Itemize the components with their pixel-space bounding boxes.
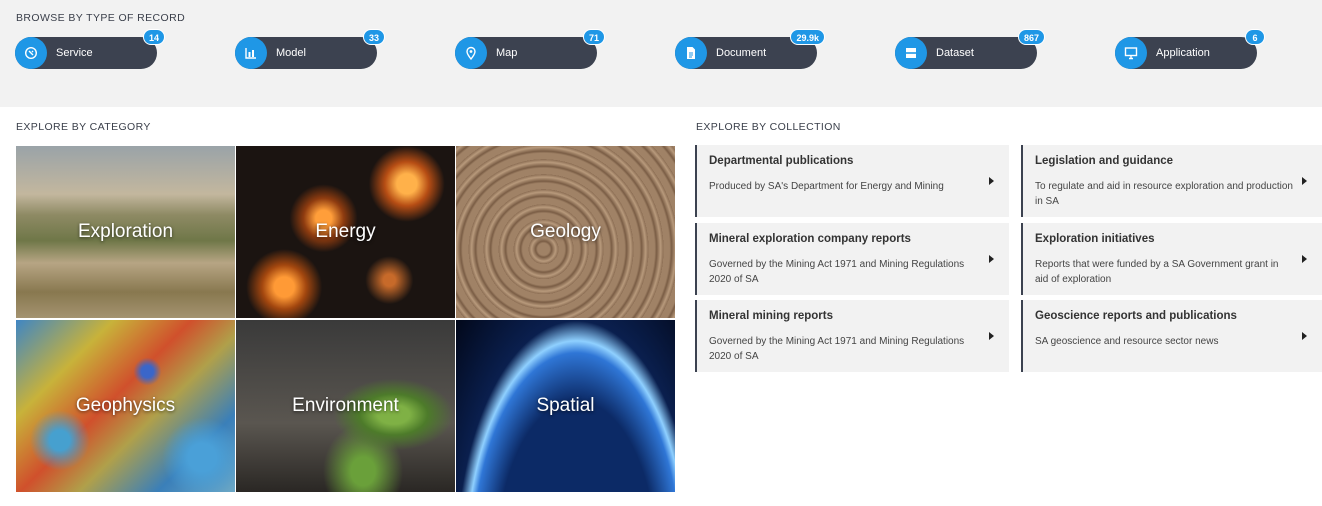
category-title: EXPLORE BY CATEGORY: [16, 121, 151, 133]
category-tile-spatial[interactable]: Spatial: [456, 320, 675, 492]
count-badge: 14: [142, 29, 165, 45]
map-pin-icon: [455, 37, 487, 69]
collection-card-description: Produced by SA's Department for Energy a…: [709, 181, 944, 192]
collection-card-title: Mineral exploration company reports: [709, 233, 911, 245]
chevron-right-icon: [1302, 332, 1307, 340]
type-label: Application: [1156, 47, 1210, 59]
collection-card-title: Geoscience reports and publications: [1035, 310, 1237, 322]
collection-card-title: Legislation and guidance: [1035, 155, 1174, 167]
category-label: Geophysics: [75, 395, 176, 416]
type-button-model[interactable]: Model 33: [235, 29, 385, 69]
browse-title: BROWSE BY TYPE OF RECORD: [16, 12, 186, 24]
collection-card-description: Governed by the Mining Act 1971 and Mini…: [709, 336, 965, 362]
category-tile-geology[interactable]: Geology: [456, 146, 675, 318]
type-label: Service: [56, 47, 93, 59]
collection-card-title: Exploration initiatives: [1035, 233, 1155, 245]
type-label: Model: [276, 47, 306, 59]
chevron-right-icon: [989, 177, 994, 185]
type-button-map[interactable]: Map 71: [455, 29, 605, 69]
category-tile-exploration[interactable]: Exploration: [16, 146, 235, 318]
collection-card-legislation[interactable]: Legislation and guidance To regulate and…: [1021, 145, 1322, 217]
chevron-right-icon: [989, 255, 994, 263]
chevron-right-icon: [1302, 255, 1307, 263]
type-button-application[interactable]: Application 6: [1115, 29, 1265, 69]
count-badge: 29.9k: [790, 29, 825, 45]
collection-card-description: To regulate and aid in resource explorat…: [1035, 181, 1293, 207]
type-button-dataset[interactable]: Dataset 867: [895, 29, 1045, 69]
count-badge: 33: [362, 29, 385, 45]
collection-card-departmental-publications[interactable]: Departmental publications Produced by SA…: [695, 145, 1009, 217]
monitor-icon: [1115, 37, 1147, 69]
type-label: Map: [496, 47, 518, 59]
category-label: Spatial: [536, 395, 595, 416]
category-label: Exploration: [77, 221, 174, 242]
collection-card-exploration-initiatives[interactable]: Exploration initiatives Reports that wer…: [1021, 223, 1322, 295]
collection-card-description: SA geoscience and resource sector news: [1035, 336, 1219, 347]
type-label: Document: [716, 47, 767, 59]
type-label: Dataset: [936, 47, 974, 59]
browse-panel: BROWSE BY TYPE OF RECORD Service 14 Mode…: [0, 0, 1322, 107]
collection-title: EXPLORE BY COLLECTION: [696, 121, 841, 133]
chevron-right-icon: [989, 332, 994, 340]
database-icon: [895, 37, 927, 69]
service-icon: [15, 37, 47, 69]
type-button-document[interactable]: Document 29.9k: [675, 29, 825, 69]
collection-card-geoscience-reports[interactable]: Geoscience reports and publications SA g…: [1021, 300, 1322, 372]
category-label: Geology: [530, 221, 601, 242]
collection-card-title: Departmental publications: [709, 155, 854, 167]
count-badge: 71: [582, 29, 605, 45]
category-tile-geophysics[interactable]: Geophysics: [16, 320, 235, 492]
bar-chart-icon: [235, 37, 267, 69]
category-tile-energy[interactable]: Energy: [236, 146, 455, 318]
category-label: Energy: [315, 221, 376, 242]
count-badge: 867: [1017, 29, 1045, 45]
collection-card-mineral-exploration-reports[interactable]: Mineral exploration company reports Gove…: [695, 223, 1009, 295]
type-button-service[interactable]: Service 14: [15, 29, 165, 69]
category-label: Environment: [292, 395, 399, 416]
collection-card-description: Governed by the Mining Act 1971 and Mini…: [709, 259, 965, 285]
count-badge: 6: [1245, 29, 1265, 45]
chevron-right-icon: [1302, 177, 1307, 185]
category-tile-environment[interactable]: Environment: [236, 320, 455, 492]
collection-card-mineral-mining-reports[interactable]: Mineral mining reports Governed by the M…: [695, 300, 1009, 372]
collection-card-description: Reports that were funded by a SA Governm…: [1035, 259, 1279, 285]
collection-card-title: Mineral mining reports: [709, 310, 833, 322]
document-icon: [675, 37, 707, 69]
